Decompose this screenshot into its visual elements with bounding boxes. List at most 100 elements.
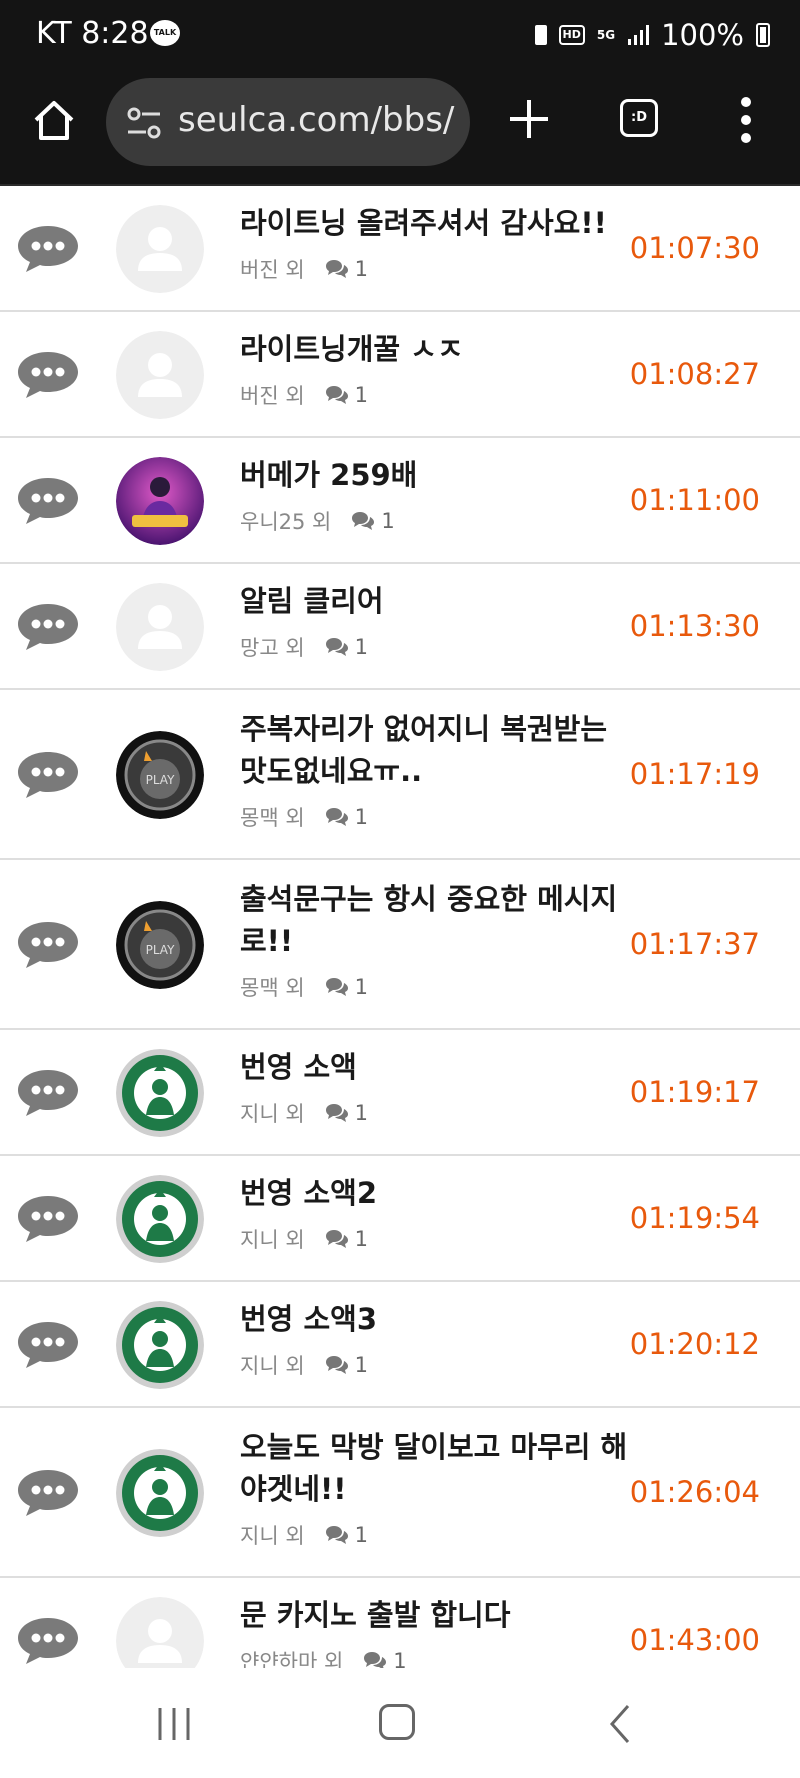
comment-count: 1 bbox=[393, 1649, 407, 1668]
post-title[interactable]: 문 카지노 출발 합니다 bbox=[240, 1594, 630, 1636]
starbucks-logo-avatar[interactable] bbox=[116, 1449, 204, 1537]
address-bar[interactable]: seulca.com/bbs/ bbox=[106, 78, 470, 166]
post-time: 01:19:17 bbox=[629, 1075, 760, 1109]
post-row[interactable]: PLAY 출석문구는 항시 중요한 메시지로!! 몽맥 외 1 01:17:37 bbox=[0, 860, 800, 1030]
network-5g-icon: 5G bbox=[596, 28, 616, 42]
signal-icon bbox=[628, 25, 650, 45]
post-text-block: 알림 클리어망고 외 1 bbox=[240, 580, 630, 662]
post-text-block: 주복자리가 없어지니 복권받는 맛도없네요ㅠ.. 몽맥 외 1 bbox=[240, 708, 630, 832]
back-icon[interactable] bbox=[608, 1704, 632, 1744]
chat-bubble-icon bbox=[18, 922, 78, 968]
post-row[interactable]: PLAY 주복자리가 없어지니 복권받는 맛도없네요ㅠ.. 몽맥 외 1 01:17:1… bbox=[0, 690, 800, 860]
post-text-block: 출석문구는 항시 중요한 메시지로!! 몽맥 외 1 bbox=[240, 878, 630, 1002]
post-author: 지니 외 bbox=[240, 1228, 305, 1252]
post-author: 버진 외 bbox=[240, 384, 305, 408]
chat-bubble-icon bbox=[18, 478, 78, 524]
post-time: 01:07:30 bbox=[629, 231, 760, 265]
comments-icon bbox=[325, 260, 348, 278]
comment-count: 1 bbox=[381, 509, 395, 533]
post-row[interactable]: 알림 클리어 망고 외 1 01:13:30 bbox=[0, 564, 800, 690]
post-text-block: 번영 소액 지니 외 1 bbox=[240, 1046, 630, 1128]
more-menu-icon[interactable] bbox=[740, 96, 752, 144]
recent-apps-icon[interactable] bbox=[156, 1706, 192, 1742]
comment-count: 1 bbox=[354, 635, 369, 659]
chat-bubble-icon bbox=[18, 1196, 78, 1242]
comments-icon bbox=[325, 978, 348, 996]
post-meta: 우니25 외 1 bbox=[240, 506, 630, 536]
comment-count: 1 bbox=[354, 257, 369, 281]
comment-count: 1 bbox=[354, 1227, 369, 1251]
post-row[interactable]: 번영 소액3 지니 외 1 01:20:12 bbox=[0, 1282, 800, 1408]
post-meta: 버진 외 1 bbox=[240, 380, 630, 410]
post-author: 버진 외 bbox=[240, 258, 305, 282]
comments-icon bbox=[325, 1526, 348, 1544]
tab-switcher-button[interactable]: :D bbox=[620, 99, 658, 137]
post-text-block: 오늘도 막방 달이보고 마무리 해야겟네!! 지니 외 1 bbox=[240, 1426, 630, 1550]
post-row[interactable]: 버메가 259배우니25 외 1 01:11:00 bbox=[0, 438, 800, 564]
post-title[interactable]: 라이트닝개꿀 ㅅㅈ bbox=[240, 328, 630, 370]
home-icon[interactable] bbox=[32, 98, 76, 142]
battery-icon bbox=[756, 23, 770, 47]
game-character-avatar[interactable] bbox=[116, 457, 204, 545]
default-avatar-icon[interactable] bbox=[116, 205, 204, 293]
post-author: 지니 외 bbox=[240, 1102, 305, 1126]
post-title[interactable]: 라이트닝 올려주셔서 감사요!! bbox=[240, 202, 630, 244]
post-title[interactable]: 주복자리가 없어지니 복권받는 맛도없네요ㅠ.. bbox=[240, 708, 630, 792]
home-button-icon[interactable] bbox=[379, 1704, 415, 1740]
post-text-block: 라이트닝개꿀 ㅅㅈ 버진 외 1 bbox=[240, 328, 630, 410]
post-title[interactable]: 번영 소액3 bbox=[240, 1298, 630, 1340]
play-badge-text: PLAY bbox=[146, 773, 175, 787]
new-tab-icon[interactable] bbox=[506, 96, 552, 142]
post-title[interactable]: 오늘도 막방 달이보고 마무리 해야겟네!! bbox=[240, 1426, 630, 1510]
comments-icon bbox=[325, 1230, 348, 1248]
status-bar: KT 8:28 TALK HD 5G 100% bbox=[0, 0, 800, 74]
comments-icon bbox=[325, 808, 348, 826]
chat-bubble-icon bbox=[18, 226, 78, 272]
status-time: KT 8:28 bbox=[36, 16, 149, 51]
post-author: 얀얀하마 외 bbox=[240, 1650, 344, 1668]
post-time: 01:43:00 bbox=[629, 1623, 760, 1657]
default-avatar-icon[interactable] bbox=[116, 331, 204, 419]
post-row[interactable]: 오늘도 막방 달이보고 마무리 해야겟네!! 지니 외 1 01:26:04 bbox=[0, 1408, 800, 1578]
chat-bubble-icon bbox=[18, 752, 78, 798]
site-settings-icon[interactable] bbox=[126, 106, 162, 140]
default-avatar-icon[interactable] bbox=[116, 583, 204, 671]
starbucks-logo-avatar[interactable] bbox=[116, 1301, 204, 1389]
post-title[interactable]: 출석문구는 항시 중요한 메시지로!! bbox=[240, 878, 630, 962]
browser-toolbar: seulca.com/bbs/ :D bbox=[0, 74, 800, 186]
comment-count: 1 bbox=[354, 383, 369, 407]
post-title[interactable]: 번영 소액 bbox=[240, 1046, 630, 1088]
chat-bubble-icon bbox=[18, 1618, 78, 1664]
post-author: 망고 외 bbox=[240, 636, 305, 660]
play-badge-avatar[interactable]: PLAY bbox=[116, 731, 204, 819]
comments-icon bbox=[325, 386, 348, 404]
starbucks-logo-avatar[interactable] bbox=[116, 1049, 204, 1137]
post-time: 01:20:12 bbox=[629, 1327, 760, 1361]
url-text[interactable]: seulca.com/bbs/ bbox=[178, 100, 464, 140]
chat-bubble-icon bbox=[18, 1322, 78, 1368]
post-title[interactable]: 번영 소액2 bbox=[240, 1172, 630, 1214]
default-avatar-icon[interactable] bbox=[116, 1597, 204, 1668]
play-badge-avatar[interactable]: PLAY bbox=[116, 901, 204, 989]
post-row[interactable]: 번영 소액2 지니 외 1 01:19:54 bbox=[0, 1156, 800, 1282]
post-time: 01:11:00 bbox=[629, 483, 760, 517]
post-title[interactable]: 알림 클리어 bbox=[240, 580, 630, 622]
post-text-block: 버메가 259배우니25 외 1 bbox=[240, 454, 630, 536]
post-meta: 지니 외 1 bbox=[240, 1224, 630, 1254]
post-row[interactable]: 문 카지노 출발 합니다얀얀하마 외 1 01:43:00 bbox=[0, 1578, 800, 1668]
post-row[interactable]: 라이트닝개꿀 ㅅㅈ 버진 외 1 01:08:27 bbox=[0, 312, 800, 438]
comments-icon bbox=[325, 638, 348, 656]
hd-voice-icon: HD bbox=[558, 25, 585, 45]
post-author: 지니 외 bbox=[240, 1354, 305, 1378]
post-list: 라이트닝 올려주셔서 감사요!! 버진 외 1 01:07:30 라이트닝개꿀 ㅅㅈ 버진… bbox=[0, 186, 800, 1668]
post-time: 01:17:19 bbox=[629, 757, 760, 791]
starbucks-logo-avatar[interactable] bbox=[116, 1175, 204, 1263]
kakaotalk-notification-icon: TALK bbox=[150, 20, 180, 46]
chat-bubble-icon bbox=[18, 1470, 78, 1516]
chat-bubble-icon bbox=[18, 352, 78, 398]
post-row[interactable]: 라이트닝 올려주셔서 감사요!! 버진 외 1 01:07:30 bbox=[0, 186, 800, 312]
post-row[interactable]: 번영 소액 지니 외 1 01:19:17 bbox=[0, 1030, 800, 1156]
post-title[interactable]: 버메가 259배 bbox=[240, 454, 630, 496]
comment-count: 1 bbox=[354, 975, 369, 999]
comments-icon bbox=[325, 1356, 348, 1374]
